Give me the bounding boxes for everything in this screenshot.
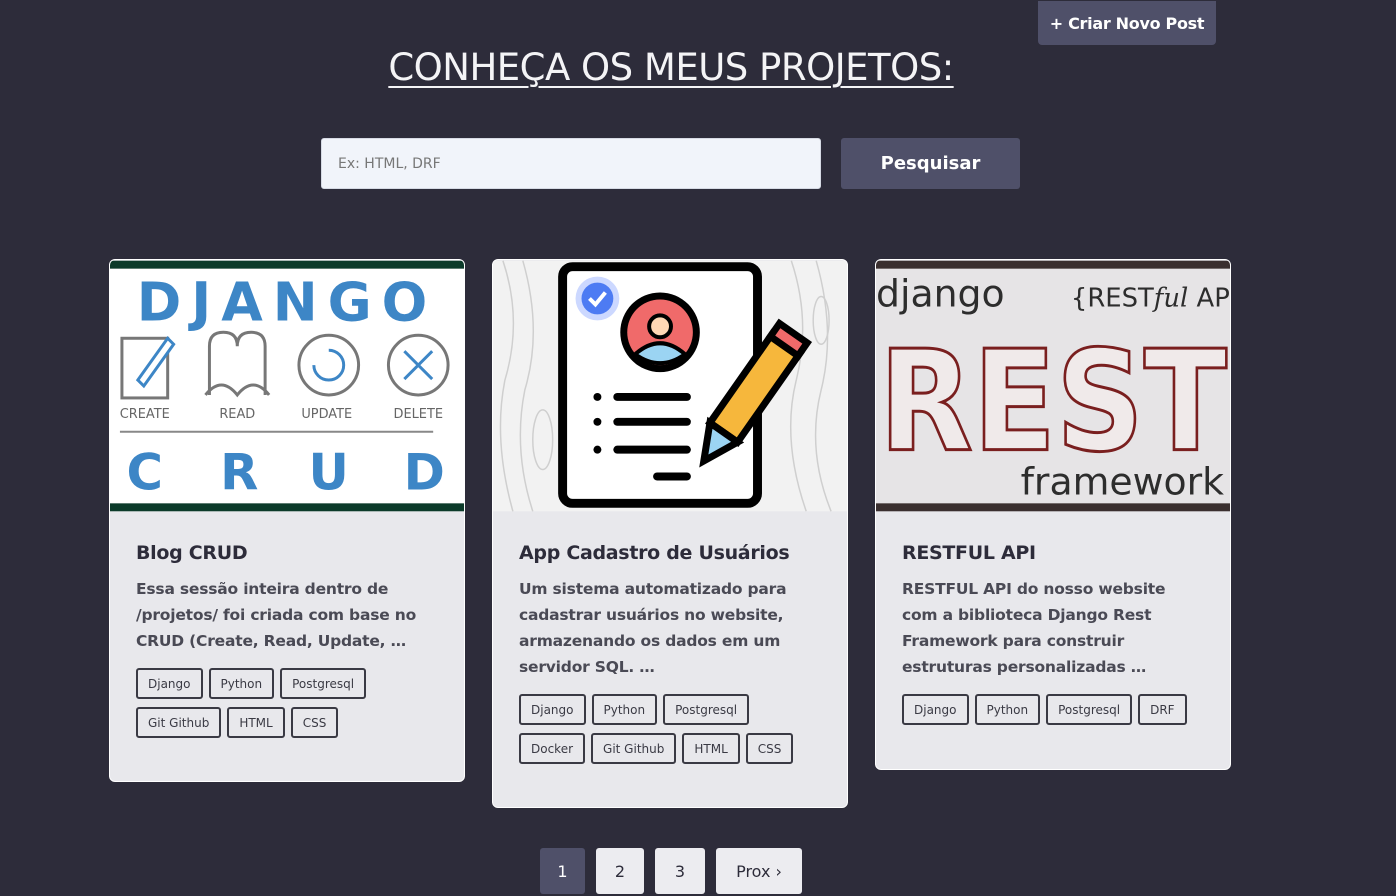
django-rest-framework-image: django {RESTful AP REST framework [876, 260, 1230, 512]
svg-text:U: U [309, 443, 349, 501]
svg-text:DELETE: DELETE [394, 407, 443, 422]
svg-text:C: C [127, 443, 163, 501]
svg-text:REST: REST [879, 321, 1227, 483]
project-card-restful-api[interactable]: django {RESTful AP REST framework RESTFU… [875, 259, 1231, 770]
search-button[interactable]: Pesquisar [841, 138, 1020, 189]
tag[interactable]: CSS [290, 707, 339, 738]
svg-text:DJANGO: DJANGO [137, 270, 437, 333]
tag[interactable]: Python [208, 668, 275, 699]
tag[interactable]: Django [902, 694, 969, 725]
tag[interactable]: Postgresql [280, 668, 367, 699]
svg-text:django: django [876, 271, 1005, 315]
page-2-button[interactable]: 2 [596, 848, 644, 894]
pagination: 1 2 3 Prox › [540, 848, 802, 894]
card-title: Blog CRUD [136, 542, 248, 564]
tag[interactable]: Python [974, 694, 1041, 725]
tag[interactable]: Git Github [591, 733, 677, 764]
tag[interactable]: Django [519, 694, 586, 725]
svg-text:UPDATE: UPDATE [301, 407, 352, 422]
tag[interactable]: Docker [519, 733, 586, 764]
card-description: Essa sessão inteira dentro de /projetos/… [136, 580, 417, 650]
tag-list: Django Python Postgresql Git Github HTML… [136, 668, 438, 738]
page-1-button[interactable]: 1 [540, 848, 585, 894]
card-description: RESTFUL API do nosso website com a bibli… [902, 580, 1166, 676]
tag[interactable]: Postgresql [1046, 694, 1133, 725]
card-description: Um sistema automatizado para cadastrar u… [519, 580, 787, 676]
svg-text:CREATE: CREATE [120, 407, 170, 422]
project-card-app-cadastro[interactable]: App Cadastro de Usuários Um sistema auto… [492, 259, 848, 808]
tag[interactable]: CSS [745, 733, 794, 764]
page-title: CONHEÇA OS MEUS PROJETOS: [388, 46, 954, 89]
svg-text:{RESTful AP: {RESTful AP [1071, 283, 1230, 313]
new-post-button[interactable]: + Criar Novo Post [1038, 1, 1216, 45]
search-input[interactable] [321, 138, 821, 189]
tag[interactable]: Git Github [136, 707, 222, 738]
svg-text:framework: framework [1021, 459, 1225, 503]
tag[interactable]: HTML [227, 707, 285, 738]
django-crud-image: DJANGO CREATE READ UPDATE DELETE C R U D [110, 260, 464, 512]
project-card-blog-crud[interactable]: DJANGO CREATE READ UPDATE DELETE C R U D… [109, 259, 465, 782]
card-title: App Cadastro de Usuários [519, 542, 790, 564]
tag[interactable]: DRF [1138, 694, 1187, 725]
tag[interactable]: Django [136, 668, 203, 699]
tag-list: Django Python Postgresql Docker Git Gith… [519, 694, 821, 764]
user-registration-image [493, 260, 847, 512]
page-3-button[interactable]: 3 [655, 848, 705, 894]
svg-text:R: R [220, 443, 258, 501]
tag[interactable]: Postgresql [663, 694, 750, 725]
tag[interactable]: HTML [682, 733, 740, 764]
svg-text:D: D [404, 443, 445, 501]
card-title: RESTFUL API [902, 542, 1036, 564]
tag[interactable]: Python [591, 694, 658, 725]
svg-text:READ: READ [219, 407, 255, 422]
tag-list: Django Python Postgresql DRF [902, 694, 1204, 725]
next-page-button[interactable]: Prox › [716, 848, 802, 894]
